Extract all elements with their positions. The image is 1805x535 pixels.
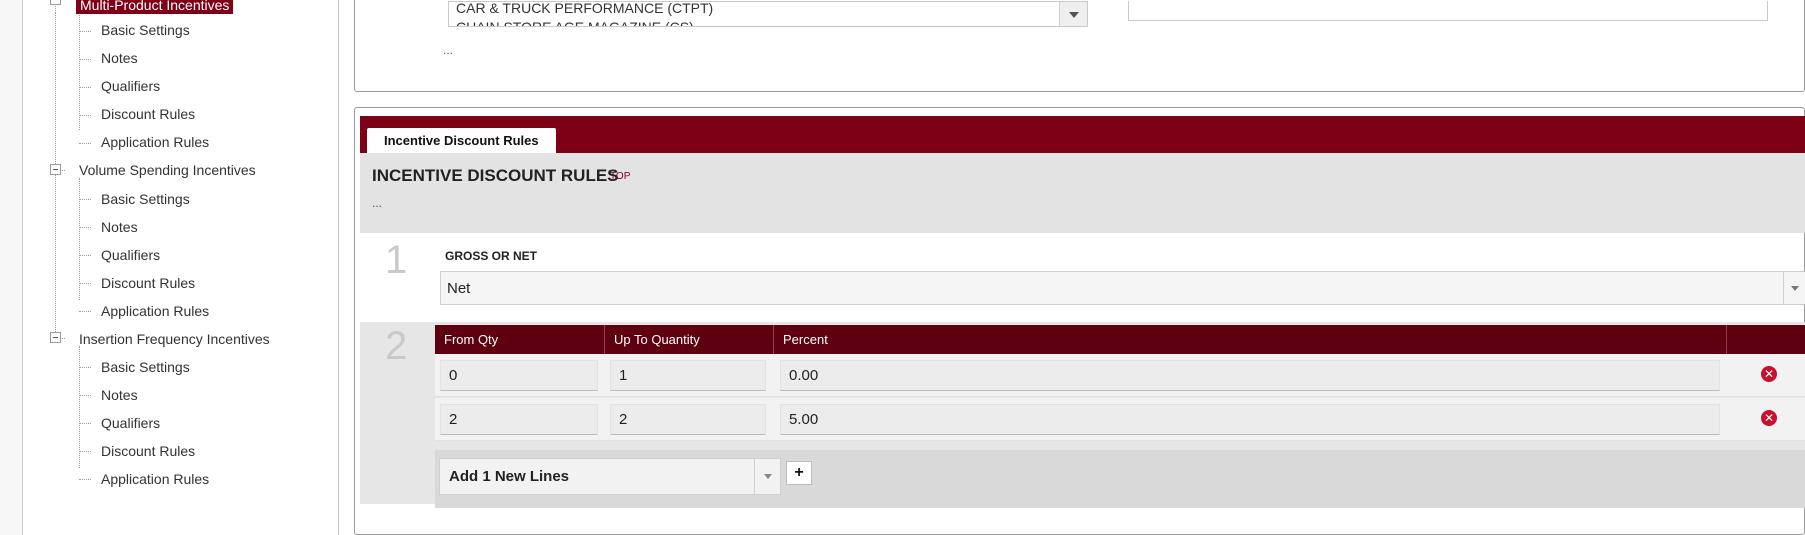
discount-rules-panel: Incentive Discount Rules INCENTIVE DISCO…	[354, 107, 1805, 535]
gross-or-net-value: Net	[447, 280, 471, 297]
tree-item-discount-rules[interactable]: Discount Rules	[101, 105, 195, 123]
tree-connector	[79, 311, 91, 312]
tree-connector	[79, 283, 91, 284]
left-rail	[0, 0, 23, 535]
tree-collapse-icon[interactable]	[50, 164, 61, 175]
tree-connector	[79, 31, 91, 32]
add-lines-select[interactable]: Add 1 New Lines	[439, 458, 781, 495]
add-lines-button[interactable]: +	[786, 461, 812, 485]
tree-collapse-icon[interactable]	[50, 332, 61, 343]
tree-connector	[79, 395, 91, 396]
tree-connector	[79, 59, 91, 60]
add-lines-row: Add 1 New Lines +	[435, 450, 1805, 508]
delete-icon[interactable]: ✕	[1761, 410, 1777, 426]
table-row: 0 1 0.00 ✕	[435, 354, 1805, 397]
tree-collapse-icon[interactable]	[50, 0, 61, 5]
section-title: INCENTIVE DISCOUNT RULES	[372, 166, 619, 185]
top-panel: CAR & TRUCK PERFORMANCE (CTPT) CHAIN STO…	[354, 0, 1805, 92]
tree-connector	[79, 87, 91, 88]
step-number: 2	[385, 324, 408, 368]
table-row: 2 2 5.00 ✕	[435, 398, 1805, 441]
percent-input[interactable]: 0.00	[780, 360, 1720, 391]
tree-item-qualifiers[interactable]: Qualifiers	[101, 246, 160, 264]
listbox-option[interactable]: CHAIN STORE AGE MAGAZINE (CS)	[456, 19, 694, 26]
tree-connector	[79, 10, 80, 130]
section-header: INCENTIVE DISCOUNT RULES TOP ...	[360, 153, 1805, 233]
tree-item-application-rules[interactable]: Application Rules	[101, 302, 209, 320]
step-number: 1	[385, 238, 408, 282]
tree-connector	[79, 255, 91, 256]
column-header-actions	[1727, 325, 1805, 354]
tab-bar: Incentive Discount Rules	[360, 116, 1805, 154]
gross-or-net-select[interactable]: Net	[440, 271, 1805, 305]
from-qty-input[interactable]: 2	[440, 404, 598, 435]
tree-group-insertion-frequency[interactable]: Insertion Frequency Incentives	[79, 330, 270, 348]
tree-item-basic-settings[interactable]: Basic Settings	[101, 21, 190, 39]
tree-item-application-rules[interactable]: Application Rules	[101, 470, 209, 488]
tree-item-notes[interactable]: Notes	[101, 49, 138, 67]
tree-connector	[79, 227, 91, 228]
navigation-tree: Multi-Product Incentives Basic Settings …	[23, 0, 339, 535]
tree-item-notes[interactable]: Notes	[101, 386, 138, 404]
gross-or-net-label: GROSS OR NET	[445, 249, 538, 263]
tree-connector	[79, 178, 80, 300]
delete-icon[interactable]: ✕	[1761, 366, 1777, 382]
tree-connector	[79, 479, 91, 480]
tree-item-discount-rules[interactable]: Discount Rules	[101, 442, 195, 460]
dropdown-arrow-icon[interactable]	[1059, 2, 1087, 26]
tree-connector	[79, 199, 91, 200]
tree-item-qualifiers[interactable]: Qualifiers	[101, 77, 160, 95]
tree-connector	[79, 115, 91, 116]
tree-connector	[79, 367, 91, 368]
tree-group-volume-spending[interactable]: Volume Spending Incentives	[79, 161, 256, 179]
tree-connector	[79, 346, 80, 468]
up-to-quantity-input[interactable]: 1	[610, 360, 766, 391]
grid-header: From Qty Up To Quantity Percent	[435, 325, 1805, 354]
percent-input[interactable]: 5.00	[780, 404, 1720, 435]
column-header-from-qty[interactable]: From Qty	[435, 325, 605, 354]
more-ellipsis[interactable]: ...	[443, 43, 453, 57]
tree-item-notes[interactable]: Notes	[101, 218, 138, 236]
tab-incentive-discount-rules[interactable]: Incentive Discount Rules	[367, 128, 556, 154]
tree-item-discount-rules[interactable]: Discount Rules	[101, 274, 195, 292]
discount-grid-section: 2 From Qty Up To Quantity Percent 0 1 0.…	[360, 322, 1805, 508]
publication-listbox[interactable]: CAR & TRUCK PERFORMANCE (CTPT) CHAIN STO…	[448, 1, 1088, 27]
dropdown-arrow-icon[interactable]	[1783, 272, 1805, 304]
tree-item-qualifiers[interactable]: Qualifiers	[101, 414, 160, 432]
tree-connector	[79, 143, 91, 144]
tree-item-application-rules[interactable]: Application Rules	[101, 133, 209, 151]
tree-item-basic-settings[interactable]: Basic Settings	[101, 358, 190, 376]
listbox-option[interactable]: CAR & TRUCK PERFORMANCE (CTPT)	[456, 2, 713, 16]
top-link[interactable]: TOP	[610, 171, 630, 182]
column-header-up-to-quantity[interactable]: Up To Quantity	[605, 325, 774, 354]
from-qty-input[interactable]: 0	[440, 360, 598, 391]
dropdown-arrow-icon[interactable]	[754, 459, 780, 494]
right-textbox[interactable]	[1128, 1, 1768, 21]
add-lines-value: Add 1 New Lines	[449, 468, 570, 485]
column-header-percent[interactable]: Percent	[774, 325, 1727, 354]
tree-item-basic-settings[interactable]: Basic Settings	[101, 190, 190, 208]
tree-connector	[79, 451, 91, 452]
tree-connector	[55, 13, 56, 338]
up-to-quantity-input[interactable]: 2	[610, 404, 766, 435]
more-ellipsis[interactable]: ...	[372, 196, 382, 210]
tree-connector	[79, 423, 91, 424]
tree-group-multi-product[interactable]: Multi-Product Incentives	[76, 0, 234, 14]
